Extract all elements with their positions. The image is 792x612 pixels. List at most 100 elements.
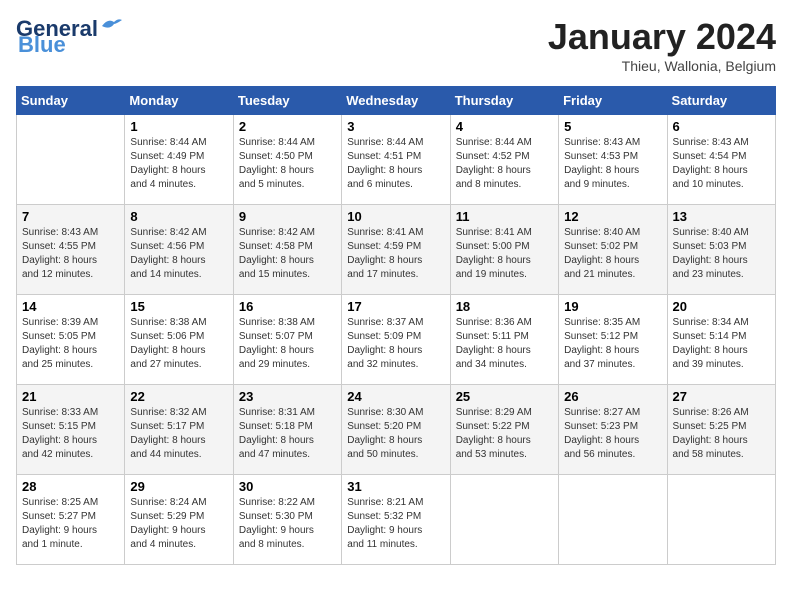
month-title: January 2024 bbox=[548, 16, 776, 58]
col-header-friday: Friday bbox=[559, 87, 667, 115]
day-info: Sunrise: 8:32 AM Sunset: 5:17 PM Dayligh… bbox=[130, 406, 227, 462]
logo: General Blue bbox=[16, 16, 122, 58]
day-number: 20 bbox=[673, 299, 770, 314]
week-row-5: 28Sunrise: 8:25 AM Sunset: 5:27 PM Dayli… bbox=[17, 475, 776, 565]
calendar-cell bbox=[450, 475, 558, 565]
week-row-4: 21 Sunrise: 8:33 AM Sunset: 5:15 PM Dayli… bbox=[17, 385, 776, 475]
calendar-cell bbox=[17, 115, 125, 205]
day-info: Sunrise: 8:43 AM Sunset: 4:54 PM Dayligh… bbox=[673, 136, 770, 192]
calendar-cell: 17Sunrise: 8:37 AM Sunset: 5:09 PM Dayli… bbox=[342, 295, 450, 385]
col-header-wednesday: Wednesday bbox=[342, 87, 450, 115]
day-number: 14 bbox=[22, 299, 119, 314]
day-info: Sunrise: 8:44 AM Sunset: 4:50 PM Dayligh… bbox=[239, 136, 336, 192]
calendar-cell: 18 Sunrise: 8:36 AM Sunset: 5:11 PM Dayli… bbox=[450, 295, 558, 385]
day-info: Sunrise: 8:44 AM Sunset: 4:49 PM Dayligh… bbox=[130, 136, 227, 192]
col-header-tuesday: Tuesday bbox=[233, 87, 341, 115]
location-subtitle: Thieu, Wallonia, Belgium bbox=[548, 58, 776, 74]
day-number: 17 bbox=[347, 299, 444, 314]
calendar-cell: 28Sunrise: 8:25 AM Sunset: 5:27 PM Dayli… bbox=[17, 475, 125, 565]
day-number: 18 bbox=[456, 299, 553, 314]
calendar-header-row: SundayMondayTuesdayWednesdayThursdayFrid… bbox=[17, 87, 776, 115]
day-info: Sunrise: 8:31 AM Sunset: 5:18 PM Dayligh… bbox=[239, 406, 336, 462]
calendar-cell: 16 Sunrise: 8:38 AM Sunset: 5:07 PM Dayli… bbox=[233, 295, 341, 385]
day-info: Sunrise: 8:38 AM Sunset: 5:07 PM Dayligh… bbox=[239, 316, 336, 372]
day-info: Sunrise: 8:38 AM Sunset: 5:06 PM Dayligh… bbox=[130, 316, 227, 372]
day-info: Sunrise: 8:43 AM Sunset: 4:55 PM Dayligh… bbox=[22, 226, 119, 282]
calendar-cell: 6 Sunrise: 8:43 AM Sunset: 4:54 PM Daylig… bbox=[667, 115, 775, 205]
day-number: 21 bbox=[22, 389, 119, 404]
calendar-cell: 1 Sunrise: 8:44 AM Sunset: 4:49 PM Daylig… bbox=[125, 115, 233, 205]
calendar-cell: 26 Sunrise: 8:27 AM Sunset: 5:23 PM Dayli… bbox=[559, 385, 667, 475]
day-info: Sunrise: 8:44 AM Sunset: 4:52 PM Dayligh… bbox=[456, 136, 553, 192]
title-block: January 2024 Thieu, Wallonia, Belgium bbox=[548, 16, 776, 74]
day-number: 29 bbox=[130, 479, 227, 494]
day-info: Sunrise: 8:22 AM Sunset: 5:30 PM Dayligh… bbox=[239, 496, 336, 552]
day-info: Sunrise: 8:41 AM Sunset: 5:00 PM Dayligh… bbox=[456, 226, 553, 282]
day-number: 28 bbox=[22, 479, 119, 494]
day-number: 9 bbox=[239, 209, 336, 224]
calendar-cell: 9 Sunrise: 8:42 AM Sunset: 4:58 PM Daylig… bbox=[233, 205, 341, 295]
day-number: 6 bbox=[673, 119, 770, 134]
day-number: 27 bbox=[673, 389, 770, 404]
day-number: 26 bbox=[564, 389, 661, 404]
calendar-cell: 10 Sunrise: 8:41 AM Sunset: 4:59 PM Dayli… bbox=[342, 205, 450, 295]
calendar-cell: 13 Sunrise: 8:40 AM Sunset: 5:03 PM Dayli… bbox=[667, 205, 775, 295]
logo-bird-icon bbox=[100, 16, 122, 34]
day-number: 7 bbox=[22, 209, 119, 224]
calendar-cell bbox=[667, 475, 775, 565]
day-number: 3 bbox=[347, 119, 444, 134]
day-info: Sunrise: 8:41 AM Sunset: 4:59 PM Dayligh… bbox=[347, 226, 444, 282]
col-header-thursday: Thursday bbox=[450, 87, 558, 115]
day-info: Sunrise: 8:39 AM Sunset: 5:05 PM Dayligh… bbox=[22, 316, 119, 372]
calendar-cell: 22 Sunrise: 8:32 AM Sunset: 5:17 PM Dayli… bbox=[125, 385, 233, 475]
day-info: Sunrise: 8:26 AM Sunset: 5:25 PM Dayligh… bbox=[673, 406, 770, 462]
day-number: 5 bbox=[564, 119, 661, 134]
week-row-1: 1 Sunrise: 8:44 AM Sunset: 4:49 PM Daylig… bbox=[17, 115, 776, 205]
day-number: 12 bbox=[564, 209, 661, 224]
calendar-cell: 21 Sunrise: 8:33 AM Sunset: 5:15 PM Dayli… bbox=[17, 385, 125, 475]
day-info: Sunrise: 8:21 AM Sunset: 5:32 PM Dayligh… bbox=[347, 496, 444, 552]
day-info: Sunrise: 8:43 AM Sunset: 4:53 PM Dayligh… bbox=[564, 136, 661, 192]
day-number: 2 bbox=[239, 119, 336, 134]
calendar-cell: 3 Sunrise: 8:44 AM Sunset: 4:51 PM Daylig… bbox=[342, 115, 450, 205]
day-info: Sunrise: 8:40 AM Sunset: 5:02 PM Dayligh… bbox=[564, 226, 661, 282]
day-number: 22 bbox=[130, 389, 227, 404]
day-number: 15 bbox=[130, 299, 227, 314]
day-info: Sunrise: 8:40 AM Sunset: 5:03 PM Dayligh… bbox=[673, 226, 770, 282]
calendar-cell: 20Sunrise: 8:34 AM Sunset: 5:14 PM Dayli… bbox=[667, 295, 775, 385]
day-number: 8 bbox=[130, 209, 227, 224]
day-number: 10 bbox=[347, 209, 444, 224]
day-number: 13 bbox=[673, 209, 770, 224]
day-info: Sunrise: 8:33 AM Sunset: 5:15 PM Dayligh… bbox=[22, 406, 119, 462]
col-header-monday: Monday bbox=[125, 87, 233, 115]
day-number: 16 bbox=[239, 299, 336, 314]
calendar-cell: 14 Sunrise: 8:39 AM Sunset: 5:05 PM Dayli… bbox=[17, 295, 125, 385]
calendar-cell: 23 Sunrise: 8:31 AM Sunset: 5:18 PM Dayli… bbox=[233, 385, 341, 475]
calendar-cell: 11Sunrise: 8:41 AM Sunset: 5:00 PM Dayli… bbox=[450, 205, 558, 295]
col-header-saturday: Saturday bbox=[667, 87, 775, 115]
day-info: Sunrise: 8:35 AM Sunset: 5:12 PM Dayligh… bbox=[564, 316, 661, 372]
logo-text-blue: Blue bbox=[18, 32, 66, 58]
calendar-cell: 19Sunrise: 8:35 AM Sunset: 5:12 PM Dayli… bbox=[559, 295, 667, 385]
day-number: 23 bbox=[239, 389, 336, 404]
day-number: 31 bbox=[347, 479, 444, 494]
day-number: 30 bbox=[239, 479, 336, 494]
calendar-cell: 30 Sunrise: 8:22 AM Sunset: 5:30 PM Dayli… bbox=[233, 475, 341, 565]
day-info: Sunrise: 8:42 AM Sunset: 4:58 PM Dayligh… bbox=[239, 226, 336, 282]
week-row-2: 7 Sunrise: 8:43 AM Sunset: 4:55 PM Daylig… bbox=[17, 205, 776, 295]
calendar-cell: 8Sunrise: 8:42 AM Sunset: 4:56 PM Daylig… bbox=[125, 205, 233, 295]
col-header-sunday: Sunday bbox=[17, 87, 125, 115]
day-number: 1 bbox=[130, 119, 227, 134]
day-info: Sunrise: 8:36 AM Sunset: 5:11 PM Dayligh… bbox=[456, 316, 553, 372]
calendar-cell: 15 Sunrise: 8:38 AM Sunset: 5:06 PM Dayli… bbox=[125, 295, 233, 385]
calendar-table: SundayMondayTuesdayWednesdayThursdayFrid… bbox=[16, 86, 776, 565]
calendar-cell: 4Sunrise: 8:44 AM Sunset: 4:52 PM Daylig… bbox=[450, 115, 558, 205]
day-info: Sunrise: 8:24 AM Sunset: 5:29 PM Dayligh… bbox=[130, 496, 227, 552]
calendar-cell: 27 Sunrise: 8:26 AM Sunset: 5:25 PM Dayli… bbox=[667, 385, 775, 475]
calendar-cell: 12 Sunrise: 8:40 AM Sunset: 5:02 PM Dayli… bbox=[559, 205, 667, 295]
calendar-cell: 2 Sunrise: 8:44 AM Sunset: 4:50 PM Daylig… bbox=[233, 115, 341, 205]
day-info: Sunrise: 8:30 AM Sunset: 5:20 PM Dayligh… bbox=[347, 406, 444, 462]
calendar-cell: 25Sunrise: 8:29 AM Sunset: 5:22 PM Dayli… bbox=[450, 385, 558, 475]
day-info: Sunrise: 8:44 AM Sunset: 4:51 PM Dayligh… bbox=[347, 136, 444, 192]
day-info: Sunrise: 8:27 AM Sunset: 5:23 PM Dayligh… bbox=[564, 406, 661, 462]
